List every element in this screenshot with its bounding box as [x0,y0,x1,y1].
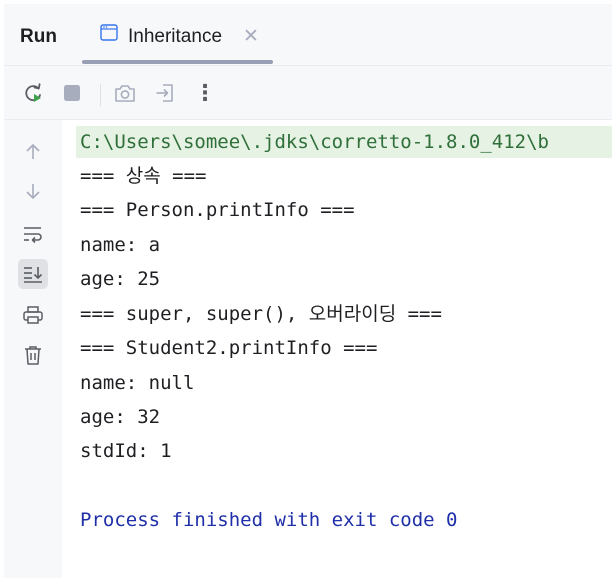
tab-label: Inheritance [128,26,223,47]
screenshot-icon[interactable] [112,80,138,106]
command-line: C:\Users\somee\.jdks\corretto-1.8.0_412\… [76,126,612,158]
close-icon[interactable]: ✕ [243,25,259,48]
trash-icon[interactable] [18,340,48,370]
run-toolbar: ⋮ [4,66,612,119]
exit-message: Process finished with exit code 0 [80,509,458,531]
console-gutter [4,120,62,578]
output-line: === 상속 === [80,165,207,187]
stop-icon[interactable] [59,80,85,106]
output-line: name: null [80,372,195,394]
arrow-down-icon[interactable] [18,176,48,206]
output-line: === Student2.printInfo === [80,337,378,359]
console-window-icon [100,24,118,41]
rerun-icon[interactable] [20,80,46,106]
output-line: === super, super(), 오버라이딩 === [80,303,442,325]
arrow-up-icon[interactable] [18,137,48,167]
run-header: Run Inheritance ✕ [4,4,612,65]
soft-wrap-icon[interactable] [18,219,48,249]
exit-icon[interactable] [152,80,178,106]
tab-active-indicator [82,60,273,64]
output-line: age: 25 [80,268,161,290]
output-line: === Person.printInfo === [80,199,355,221]
print-icon[interactable] [18,300,48,330]
run-tool-window: Run Inheritance ✕ ⋮ C:\Users\somee\.jdks… [4,4,612,578]
run-title: Run [20,26,57,47]
output-line: age: 32 [80,406,161,428]
toolbar-divider [100,84,101,106]
output-line: stdId: 1 [80,440,172,462]
console-output[interactable]: C:\Users\somee\.jdks\corretto-1.8.0_412\… [62,120,612,578]
scroll-to-end-icon[interactable] [18,259,48,289]
output-line: name: a [80,234,161,256]
more-icon[interactable]: ⋮ [192,80,218,106]
tab-inheritance[interactable]: Inheritance ✕ [80,4,274,65]
